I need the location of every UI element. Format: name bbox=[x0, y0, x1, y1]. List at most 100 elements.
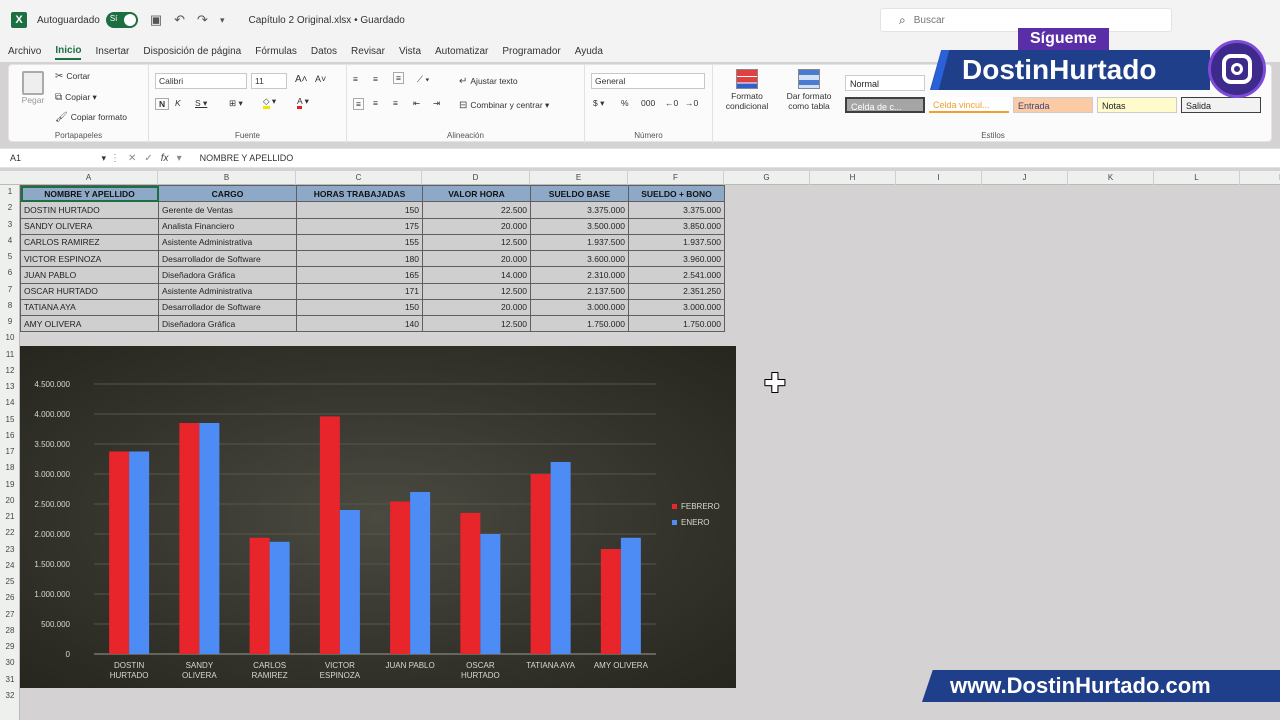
format-painter-button[interactable]: 🖌 Copiar formato bbox=[55, 112, 127, 123]
align-center-icon[interactable]: ≡ bbox=[373, 98, 378, 108]
customize-toolbar-icon[interactable]: ▾ bbox=[220, 15, 225, 26]
table-cell[interactable]: 180 bbox=[296, 249, 423, 268]
header-cell[interactable]: SUELDO BASE bbox=[530, 184, 629, 203]
row-header[interactable]: 28 bbox=[0, 626, 20, 635]
grow-font-icon[interactable]: A˄ bbox=[295, 74, 308, 85]
row-header[interactable]: 2 bbox=[0, 203, 20, 212]
insert-function-icon[interactable]: fx bbox=[161, 153, 169, 164]
row-header[interactable]: 9 bbox=[0, 317, 20, 326]
table-cell[interactable]: 1.750.000 bbox=[628, 314, 725, 333]
table-cell[interactable]: 20.000 bbox=[422, 217, 531, 235]
table-cell[interactable]: 165 bbox=[296, 266, 423, 284]
document-title[interactable]: Capítulo 2 Original.xlsx • Guardado bbox=[248, 15, 404, 26]
table-cell[interactable]: 20.000 bbox=[422, 298, 531, 317]
row-header[interactable]: 22 bbox=[0, 528, 20, 537]
row-header[interactable]: 30 bbox=[0, 658, 20, 667]
increase-decimal-icon[interactable]: ←0 bbox=[665, 98, 678, 108]
align-bottom-icon[interactable]: ≡ bbox=[393, 72, 404, 84]
table-cell[interactable]: TATIANA AYA bbox=[20, 298, 159, 317]
table-cell[interactable]: Desarrollador de Software bbox=[158, 298, 297, 317]
tab-automatizar[interactable]: Automatizar bbox=[435, 44, 488, 59]
row-header[interactable]: 13 bbox=[0, 382, 20, 391]
table-cell[interactable]: 150 bbox=[296, 298, 423, 317]
decrease-decimal-icon[interactable]: →0 bbox=[685, 98, 698, 108]
row-header[interactable]: 15 bbox=[0, 415, 20, 424]
table-cell[interactable]: Analista Financiero bbox=[158, 217, 297, 235]
bar-chart[interactable]: 0 500.000 1.000.000 1.500.000 2.000.000 2.500… bbox=[20, 346, 736, 688]
row-header[interactable]: 14 bbox=[0, 398, 20, 407]
row-header[interactable]: 31 bbox=[0, 675, 20, 684]
table-cell[interactable]: VICTOR ESPINOZA bbox=[20, 249, 159, 268]
shrink-font-icon[interactable]: A˅ bbox=[315, 74, 326, 84]
table-cell[interactable]: 3.960.000 bbox=[628, 249, 725, 268]
table-cell[interactable]: 2.351.250 bbox=[628, 282, 725, 300]
column-header[interactable]: C bbox=[296, 171, 422, 185]
table-cell[interactable]: 12.500 bbox=[422, 233, 531, 252]
style-linked-cell[interactable]: Celda vincul... bbox=[929, 97, 1009, 113]
table-cell[interactable]: JUAN PABLO bbox=[20, 266, 159, 284]
table-cell[interactable]: 155 bbox=[296, 233, 423, 252]
table-cell[interactable]: 3.000.000 bbox=[530, 298, 629, 317]
header-cell[interactable]: VALOR HORA bbox=[422, 184, 531, 203]
column-header[interactable]: H bbox=[810, 171, 896, 185]
column-header[interactable]: J bbox=[982, 171, 1068, 185]
name-box[interactable]: A1 ▾ bbox=[0, 153, 110, 164]
table-cell[interactable]: AMY OLIVERA bbox=[20, 314, 159, 333]
column-header[interactable]: M bbox=[1240, 171, 1280, 185]
row-header[interactable]: 32 bbox=[0, 691, 20, 700]
underline-icon[interactable]: S ▾ bbox=[195, 98, 207, 109]
table-cell[interactable]: 171 bbox=[296, 282, 423, 300]
table-cell[interactable]: 12.500 bbox=[422, 314, 531, 333]
style-normal[interactable]: Normal bbox=[845, 75, 925, 91]
table-cell[interactable]: 3.600.000 bbox=[530, 249, 629, 268]
align-left-icon[interactable]: ≡ bbox=[353, 98, 364, 110]
currency-icon[interactable]: $ ▾ bbox=[593, 98, 604, 109]
borders-icon[interactable]: ⊞ ▾ bbox=[229, 98, 243, 109]
header-cell[interactable]: HORAS TRABAJADAS bbox=[296, 184, 423, 203]
cut-button[interactable]: ✂ Cortar bbox=[55, 71, 90, 82]
column-header[interactable]: L bbox=[1154, 171, 1240, 185]
table-cell[interactable]: Diseñadora Gráfica bbox=[158, 314, 297, 333]
table-cell[interactable]: 1.750.000 bbox=[530, 314, 629, 333]
bold-icon[interactable]: N bbox=[155, 98, 170, 110]
row-header[interactable]: 1 bbox=[0, 187, 20, 196]
table-cell[interactable]: Gerente de Ventas bbox=[158, 201, 297, 219]
table-cell[interactable]: 3.500.000 bbox=[530, 217, 629, 235]
style-check-cell[interactable]: Celda de c... bbox=[845, 97, 925, 113]
conditional-format-button[interactable]: Formato condicional bbox=[719, 69, 775, 111]
table-cell[interactable]: 3.850.000 bbox=[628, 217, 725, 235]
table-cell[interactable]: CARLOS RAMIREZ bbox=[20, 233, 159, 252]
tab-revisar[interactable]: Revisar bbox=[351, 44, 385, 59]
table-cell[interactable]: 175 bbox=[296, 217, 423, 235]
style-notes[interactable]: Notas bbox=[1097, 97, 1177, 113]
style-input[interactable]: Entrada bbox=[1013, 97, 1093, 113]
table-cell[interactable]: 2.541.000 bbox=[628, 266, 725, 284]
column-header[interactable]: I bbox=[896, 171, 982, 185]
table-cell[interactable]: Asistente Administrativa bbox=[158, 282, 297, 300]
table-cell[interactable]: Asistente Administrativa bbox=[158, 233, 297, 252]
column-header[interactable]: K bbox=[1068, 171, 1154, 185]
row-header[interactable]: 26 bbox=[0, 593, 20, 602]
tab-inicio[interactable]: Inicio bbox=[55, 43, 82, 60]
column-header[interactable]: B bbox=[158, 171, 296, 185]
align-right-icon[interactable]: ≡ bbox=[393, 98, 398, 108]
style-output[interactable]: Salida bbox=[1181, 97, 1261, 113]
font-color-icon[interactable]: A ▾ bbox=[297, 96, 309, 109]
font-size-select[interactable]: 11 bbox=[251, 73, 287, 89]
font-name-select[interactable]: Calibri bbox=[155, 73, 247, 89]
save-icon[interactable]: ▣ bbox=[150, 12, 162, 28]
row-header[interactable]: 27 bbox=[0, 610, 20, 619]
align-top-icon[interactable]: ≡ bbox=[353, 74, 358, 84]
table-cell[interactable]: 1.937.500 bbox=[628, 233, 725, 252]
table-cell[interactable]: 3.375.000 bbox=[530, 201, 629, 219]
fill-color-icon[interactable]: ◇ ▾ bbox=[263, 96, 276, 109]
tab-formulas[interactable]: Fórmulas bbox=[255, 44, 297, 59]
table-cell[interactable]: 1.937.500 bbox=[530, 233, 629, 252]
column-header[interactable]: D bbox=[422, 171, 530, 185]
decrease-indent-icon[interactable]: ⇤ bbox=[413, 98, 420, 109]
italic-icon[interactable]: K bbox=[175, 98, 181, 108]
row-header[interactable]: 3 bbox=[0, 220, 20, 229]
row-header[interactable]: 25 bbox=[0, 577, 20, 586]
tab-ayuda[interactable]: Ayuda bbox=[575, 44, 603, 59]
tab-disposicion[interactable]: Disposición de página bbox=[143, 44, 241, 59]
